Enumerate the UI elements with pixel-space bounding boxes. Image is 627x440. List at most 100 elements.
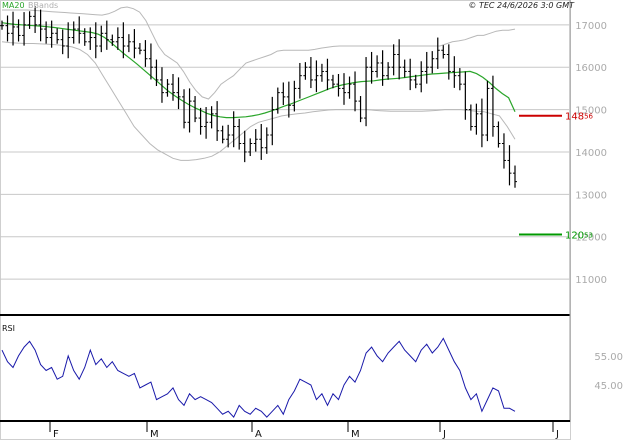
ohlc-bar [137,43,142,55]
x-tick-label: A [255,429,262,440]
rsi-y-tick-label: 45.00 [594,381,623,392]
ohlc-bar [297,62,302,99]
ohlc-bar [248,138,253,157]
ohlc-bar [22,12,27,46]
ohlc-bar [325,58,330,91]
ohlc-bar [479,98,484,148]
ohlc-bar [463,71,468,120]
chart-frame [0,0,571,440]
ohlc-bar [66,22,71,59]
y-tick-label: 14000 [575,148,607,159]
ohlc-bar [358,96,363,123]
ohlc-bar [485,80,490,142]
ohlc-bar [11,11,16,46]
ohlc-bar [220,125,225,144]
ohlc-bar [253,129,258,152]
ohlc-bar [369,51,374,84]
plot-border [0,0,571,440]
ohlc-bar [187,88,192,133]
copyright-label: © TEC 24/6/2026 3:0 GMT [468,1,575,10]
price-level-label-small: 56 [584,113,593,121]
ohlc-bar [408,58,413,91]
ohlc-bar [5,15,10,42]
rsi-y-tick-label: 55.00 [594,352,623,363]
x-tick-label: F [53,429,59,440]
ohlc-bar [55,28,60,44]
ohlc-bar [259,123,264,160]
ohlc-bar [121,22,126,59]
price-gridlines [0,24,570,280]
ohlc-bar [176,77,181,110]
ohlc-bar [441,45,446,59]
ohlc-bar [308,57,313,89]
ohlc-bar [27,11,32,29]
ohlc-bar [507,145,512,186]
ohlc-bar [386,62,391,80]
y-tick-label: 17000 [575,21,607,32]
ohlc-bar [474,103,479,135]
ohlc-bar [402,59,407,78]
rsi-y-tick-labels: 55.00 45.00 [594,352,623,392]
ohlc-bar [77,16,82,44]
ohlc-bar [182,89,187,129]
legend-ma20: MA20 [2,1,25,10]
ohlc-bar [435,37,440,69]
ohlc-bar [380,50,385,86]
ohlc-bar [264,127,269,154]
ohlc-bar [303,62,308,80]
ohlc-bar [171,73,175,101]
ohlc-bar [353,71,358,112]
ohlc-bar [314,60,319,93]
ohlc-bar [242,130,247,163]
x-tick-label: J [442,429,446,440]
ohlc-bar [143,40,148,67]
ohlc-bar [215,101,220,141]
ohlc-bar [99,25,104,53]
ohlc-bars [0,6,517,188]
ohlc-bar [342,73,346,105]
price-y-tick-labels: 17000160001500014000130001200011000 [575,21,607,286]
ohlc-bar [446,44,451,80]
rsi-line-group [1,337,516,418]
ohlc-bar [468,104,473,131]
ohlc-bar [281,82,286,106]
ohlc-bar [496,121,501,148]
ohlc-bar [132,29,137,59]
x-tick-label: J [555,429,559,440]
ohlc-bar [165,79,170,97]
ohlc-bar [347,76,352,99]
ohlc-bar [424,51,429,84]
ohlc-bar [330,74,335,89]
legend-bbands: BBands [28,1,58,10]
price-level-label: 14856 [565,112,594,123]
ohlc-bar [430,51,435,74]
ohlc-bar [457,68,462,91]
price-level-label-small: 53 [584,231,593,239]
ohlc-bar [286,81,291,118]
y-tick-label: 16000 [575,63,607,74]
x-tick-label: M [150,429,159,440]
ohlc-bar [16,19,21,42]
ohlc-bar [501,133,506,169]
ohlc-bar [126,34,131,53]
ohlc-bar [292,80,297,112]
ohlc-bar [198,107,203,135]
rsi-line [1,337,516,418]
legend-rsi: RSI [2,324,15,333]
y-tick-label: 13000 [575,190,607,201]
x-axis: FMAMJJ [49,421,559,440]
ohlc-bar [319,63,324,82]
ohlc-bar [60,29,65,55]
ohlc-bar [391,44,396,76]
ohlc-bar [270,96,275,146]
chart: 17000160001500014000130001200011000 1485… [0,0,623,440]
y-tick-label: 11000 [575,275,607,286]
ohlc-bar [93,22,98,59]
ohlc-bar [513,165,517,188]
ohlc-bar [148,43,153,80]
ohlc-bar [419,61,424,93]
price-level-lines: 1485612053 [519,112,594,241]
ohlc-bar [397,39,402,80]
ohlc-bar [88,27,93,50]
ohlc-bar [375,55,380,78]
